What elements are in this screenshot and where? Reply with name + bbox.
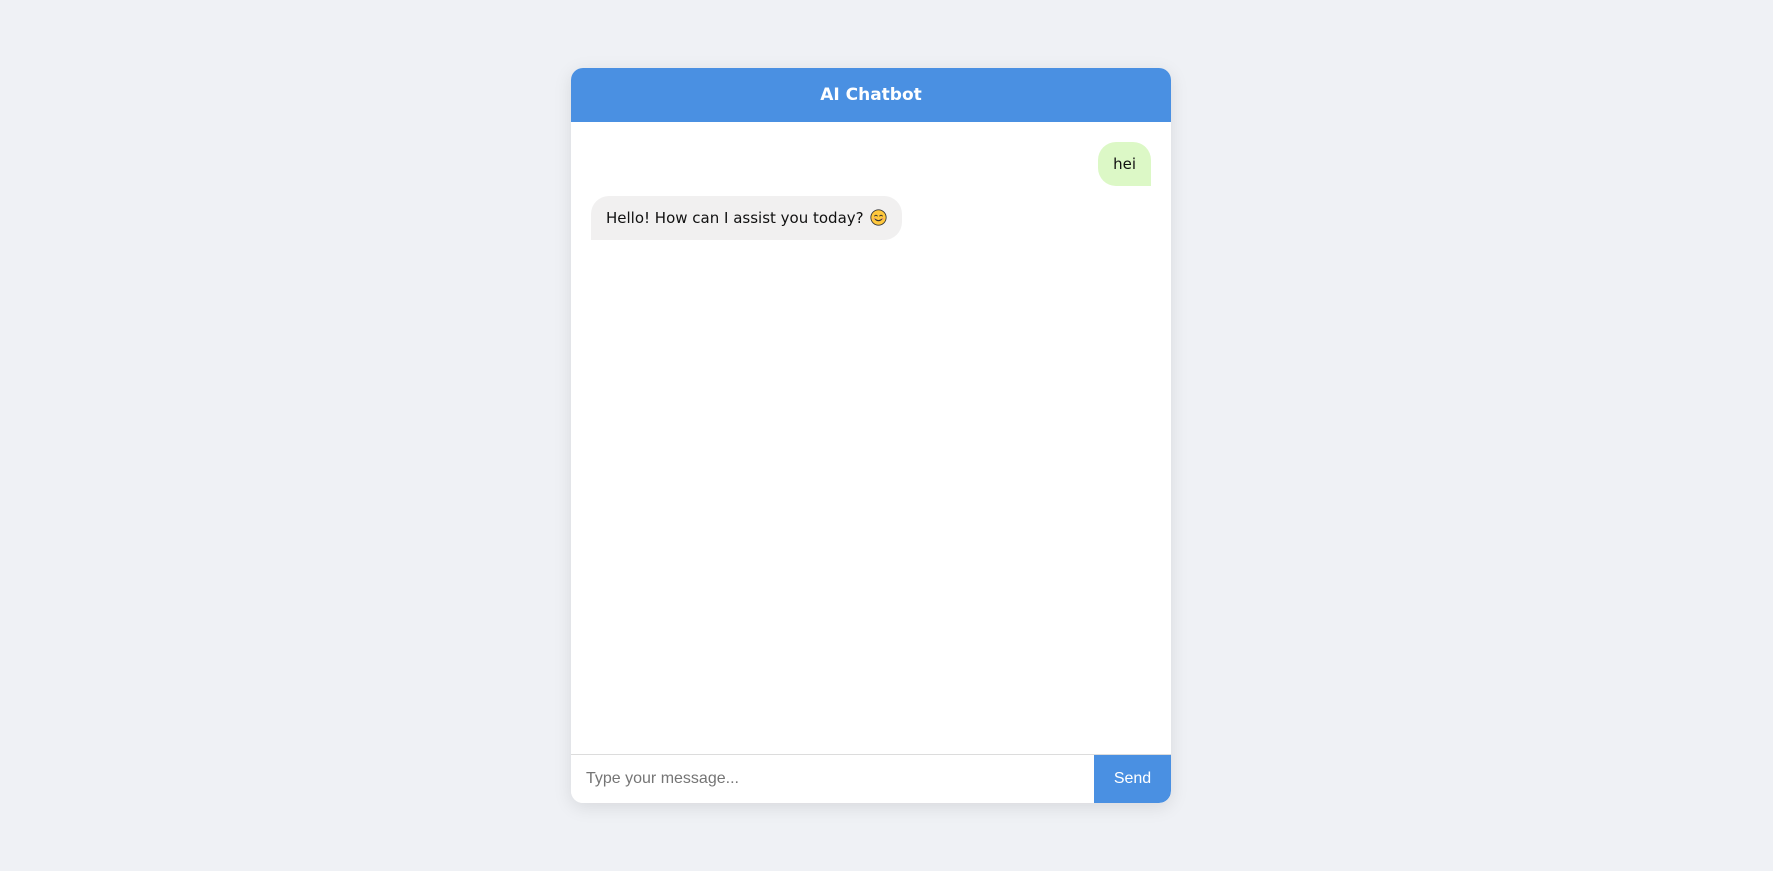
user-message-bubble: hei [1098,142,1151,186]
send-button[interactable]: Send [1094,755,1171,803]
message-row-user: hei [591,142,1151,186]
message-row-bot: Hello! How can I assist you today? [591,196,1151,240]
bot-message-bubble: Hello! How can I assist you today? [591,196,903,240]
smiling-face-emoji-icon [870,209,887,226]
chat-title: AI Chatbot [820,85,922,105]
message-text: Hello! How can I assist you today? [606,209,864,227]
chat-window: AI Chatbot hei Hello! How can I assist y… [571,68,1171,803]
message-text: hei [1113,155,1136,173]
chat-header: AI Chatbot [571,68,1171,122]
input-bar: Send [571,754,1171,803]
message-list: hei Hello! How can I assist you today? [571,122,1171,754]
message-input[interactable] [571,755,1094,803]
